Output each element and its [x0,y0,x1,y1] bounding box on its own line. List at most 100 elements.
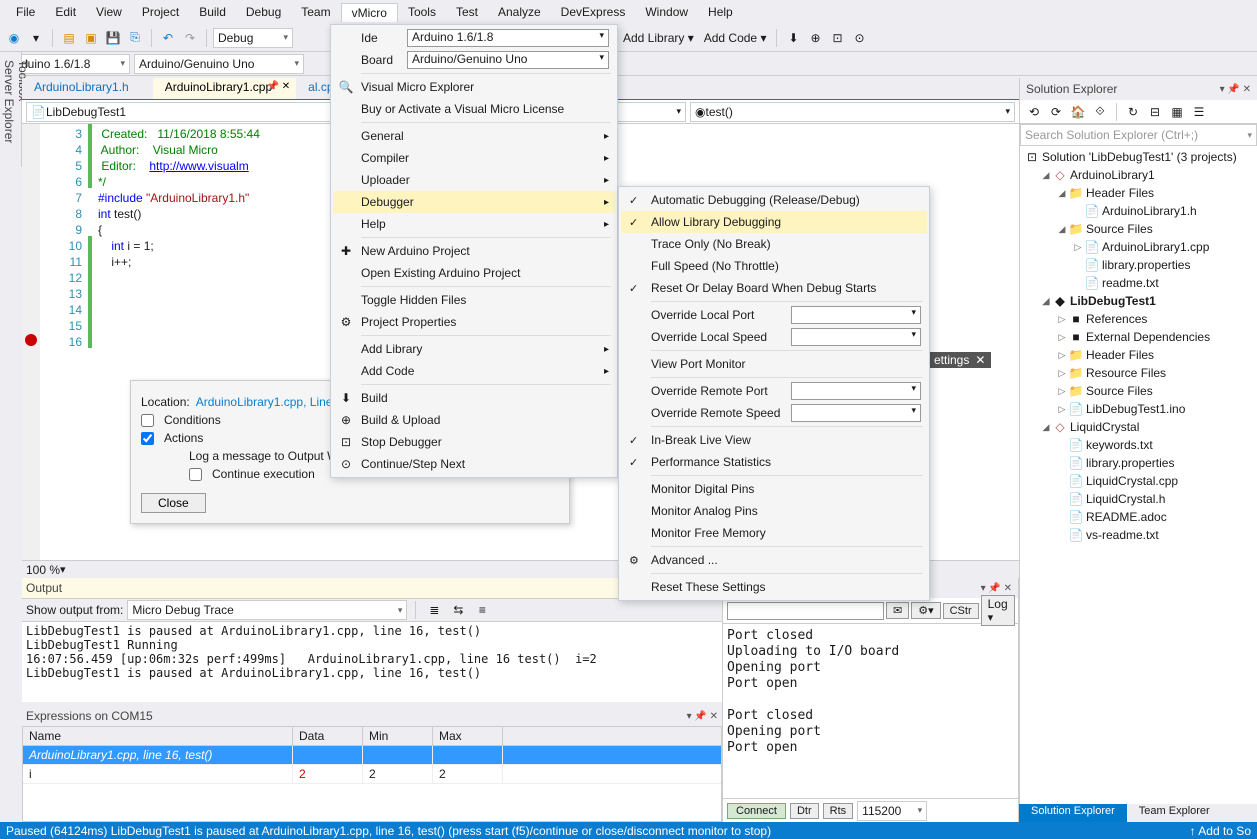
goto-icon[interactable]: ⇆ [448,600,468,620]
sol-props-icon[interactable]: ☰ [1189,102,1209,122]
tree-row[interactable]: 📄LiquidCrystal.h [1020,490,1257,508]
conditions-checkbox[interactable] [141,414,154,427]
menu-window[interactable]: Window [635,3,698,21]
new-icon[interactable]: ▤ [59,28,79,48]
saveall-icon[interactable]: ⎘ [125,28,145,48]
vmenu-item[interactable]: Add Library [333,338,615,360]
actions-checkbox[interactable] [141,432,154,445]
sol-fwd-icon[interactable]: ⟳ [1046,102,1066,122]
sol-back-icon[interactable]: ⟲ [1024,102,1044,122]
serial-controls[interactable]: ▾ 📌 ✕ [981,583,1012,594]
tree-row[interactable]: ◢📁Header Files [1020,184,1257,202]
vmenu-item[interactable]: Add Code [333,360,615,382]
sol-controls[interactable]: ▾ 📌 ✕ [1220,84,1251,95]
vmenu-item[interactable]: Compiler [333,147,615,169]
dtr-button[interactable]: Dtr [790,803,819,819]
expr-row[interactable]: ArduinoLibrary1.cpp, line 16, test() [23,746,721,765]
log-button[interactable]: Log ▾ [981,595,1015,626]
expr-controls[interactable]: ▾ 📌 ✕ [687,711,718,722]
wrap-icon[interactable]: ≡ [472,600,492,620]
override-select[interactable] [791,306,921,324]
tree-row[interactable]: ◢◇LiquidCrystal [1020,418,1257,436]
tree-row[interactable]: ▷■External Dependencies [1020,328,1257,346]
settings-chip[interactable]: ettings ✕ [928,352,991,368]
menu-debug[interactable]: Debug [236,3,291,21]
play-icon[interactable]: ⊕ [805,28,825,48]
open-icon[interactable]: ▣ [81,28,101,48]
sol-search[interactable]: Search Solution Explorer (Ctrl+;) [1020,124,1257,146]
menu-project[interactable]: Project [132,3,189,21]
board-combo[interactable]: Arduino/Genuino Uno [134,54,304,74]
menu-help[interactable]: Help [698,3,743,21]
vmenu-item[interactable]: Help [333,213,615,235]
doc-tab[interactable]: ArduinoLibrary1.cpp📌 ✕ [153,78,296,99]
vmenu-item[interactable]: ⊕Build & Upload [333,409,615,431]
output-text[interactable]: LibDebugTest1 is paused at ArduinoLibrar… [22,622,722,702]
tree-row[interactable]: ▷📁Resource Files [1020,364,1257,382]
tree-row[interactable]: ◢◇ArduinoLibrary1 [1020,166,1257,184]
connect-button[interactable]: Connect [727,803,786,819]
tree-row[interactable]: 📄library.properties [1020,256,1257,274]
menu-analyze[interactable]: Analyze [488,3,551,21]
tree-row[interactable]: ◢◆LibDebugTest1 [1020,292,1257,310]
vmenu-item[interactable]: 🔍Visual Micro Explorer [333,76,615,98]
tree-row[interactable]: ▷📄LibDebugTest1.ino [1020,400,1257,418]
nav-member[interactable]: ◉ test() [690,102,1015,122]
close-icon[interactable]: ✕ [975,353,985,367]
cstr-button[interactable]: CStr [943,603,979,619]
vmenu-item[interactable]: Debugger [333,191,615,213]
doc-tab[interactable]: ArduinoLibrary1.h [22,78,153,99]
vmicro-ide-select[interactable]: Arduino 1.6/1.8 [407,29,609,47]
override-select[interactable] [791,404,921,422]
menu-vmicro[interactable]: vMicro [341,3,398,22]
vmenu-item[interactable]: Open Existing Arduino Project [333,262,615,284]
tree-row[interactable]: 📄vs-readme.txt [1020,526,1257,544]
submenu-item[interactable]: Monitor Digital Pins [621,478,927,500]
config-combo[interactable]: Debug [213,28,293,48]
menu-file[interactable]: File [6,3,45,21]
vmenu-item[interactable]: ⊙Continue/Step Next [333,453,615,475]
show-output-combo[interactable]: Micro Debug Trace [127,600,407,620]
tab-solution-explorer[interactable]: Solution Explorer [1019,804,1127,822]
menu-build[interactable]: Build [189,3,236,21]
back-icon[interactable]: ◉ [4,28,24,48]
vmenu-item[interactable]: ✚New Arduino Project [333,240,615,262]
sol-sync-icon[interactable]: ⟐ [1090,102,1110,122]
submenu-item[interactable]: Monitor Free Memory [621,522,927,544]
menu-tools[interactable]: Tools [398,3,446,21]
undo-icon[interactable]: ↶ [158,28,178,48]
sol-refresh-icon[interactable]: ↻ [1123,102,1143,122]
override-select[interactable] [791,328,921,346]
send-icon[interactable]: ✉ [886,602,909,619]
menu-test[interactable]: Test [446,3,488,21]
addcode-button[interactable]: Add Code ▾ [700,31,771,45]
vmenu-item[interactable]: General [333,125,615,147]
submenu-item[interactable]: Full Speed (No Throttle) [621,255,927,277]
submenu-item[interactable]: View Port Monitor [621,353,927,375]
tree-row[interactable]: 📄ArduinoLibrary1.h [1020,202,1257,220]
upload-icon[interactable]: ⬇ [783,28,803,48]
dropdown-icon[interactable]: ▾ [26,28,46,48]
vmenu-item[interactable]: ⊡Stop Debugger [333,431,615,453]
step-icon[interactable]: ⊙ [849,28,869,48]
rts-button[interactable]: Rts [823,803,854,819]
sol-home-icon[interactable]: 🏠 [1068,102,1088,122]
menu-edit[interactable]: Edit [45,3,86,21]
submenu-item[interactable]: ⚙Advanced ... [621,549,927,571]
tree-row[interactable]: 📄LiquidCrystal.cpp [1020,472,1257,490]
submenu-item[interactable]: ✓Reset Or Delay Board When Debug Starts [621,277,927,299]
baud-combo[interactable]: 115200 [857,801,927,821]
sol-collapse-icon[interactable]: ⊟ [1145,102,1165,122]
tree-row[interactable]: ▷📁Header Files [1020,346,1257,364]
submenu-item[interactable]: Monitor Analog Pins [621,500,927,522]
serial-input[interactable] [727,602,884,620]
vmenu-item[interactable]: Toggle Hidden Files [333,289,615,311]
submenu-item[interactable]: ✓In-Break Live View [621,429,927,451]
tree-row[interactable]: 📄keywords.txt [1020,436,1257,454]
vmicro-board-select[interactable]: Arduino/Genuino Uno [407,51,609,69]
stop-icon[interactable]: ⊡ [827,28,847,48]
continue-checkbox[interactable] [189,468,202,481]
tree-row[interactable]: ▷📄ArduinoLibrary1.cpp [1020,238,1257,256]
expr-grid[interactable]: NameDataMinMax ArduinoLibrary1.cpp, line… [22,726,722,822]
addlib-button[interactable]: Add Library ▾ [619,31,698,45]
